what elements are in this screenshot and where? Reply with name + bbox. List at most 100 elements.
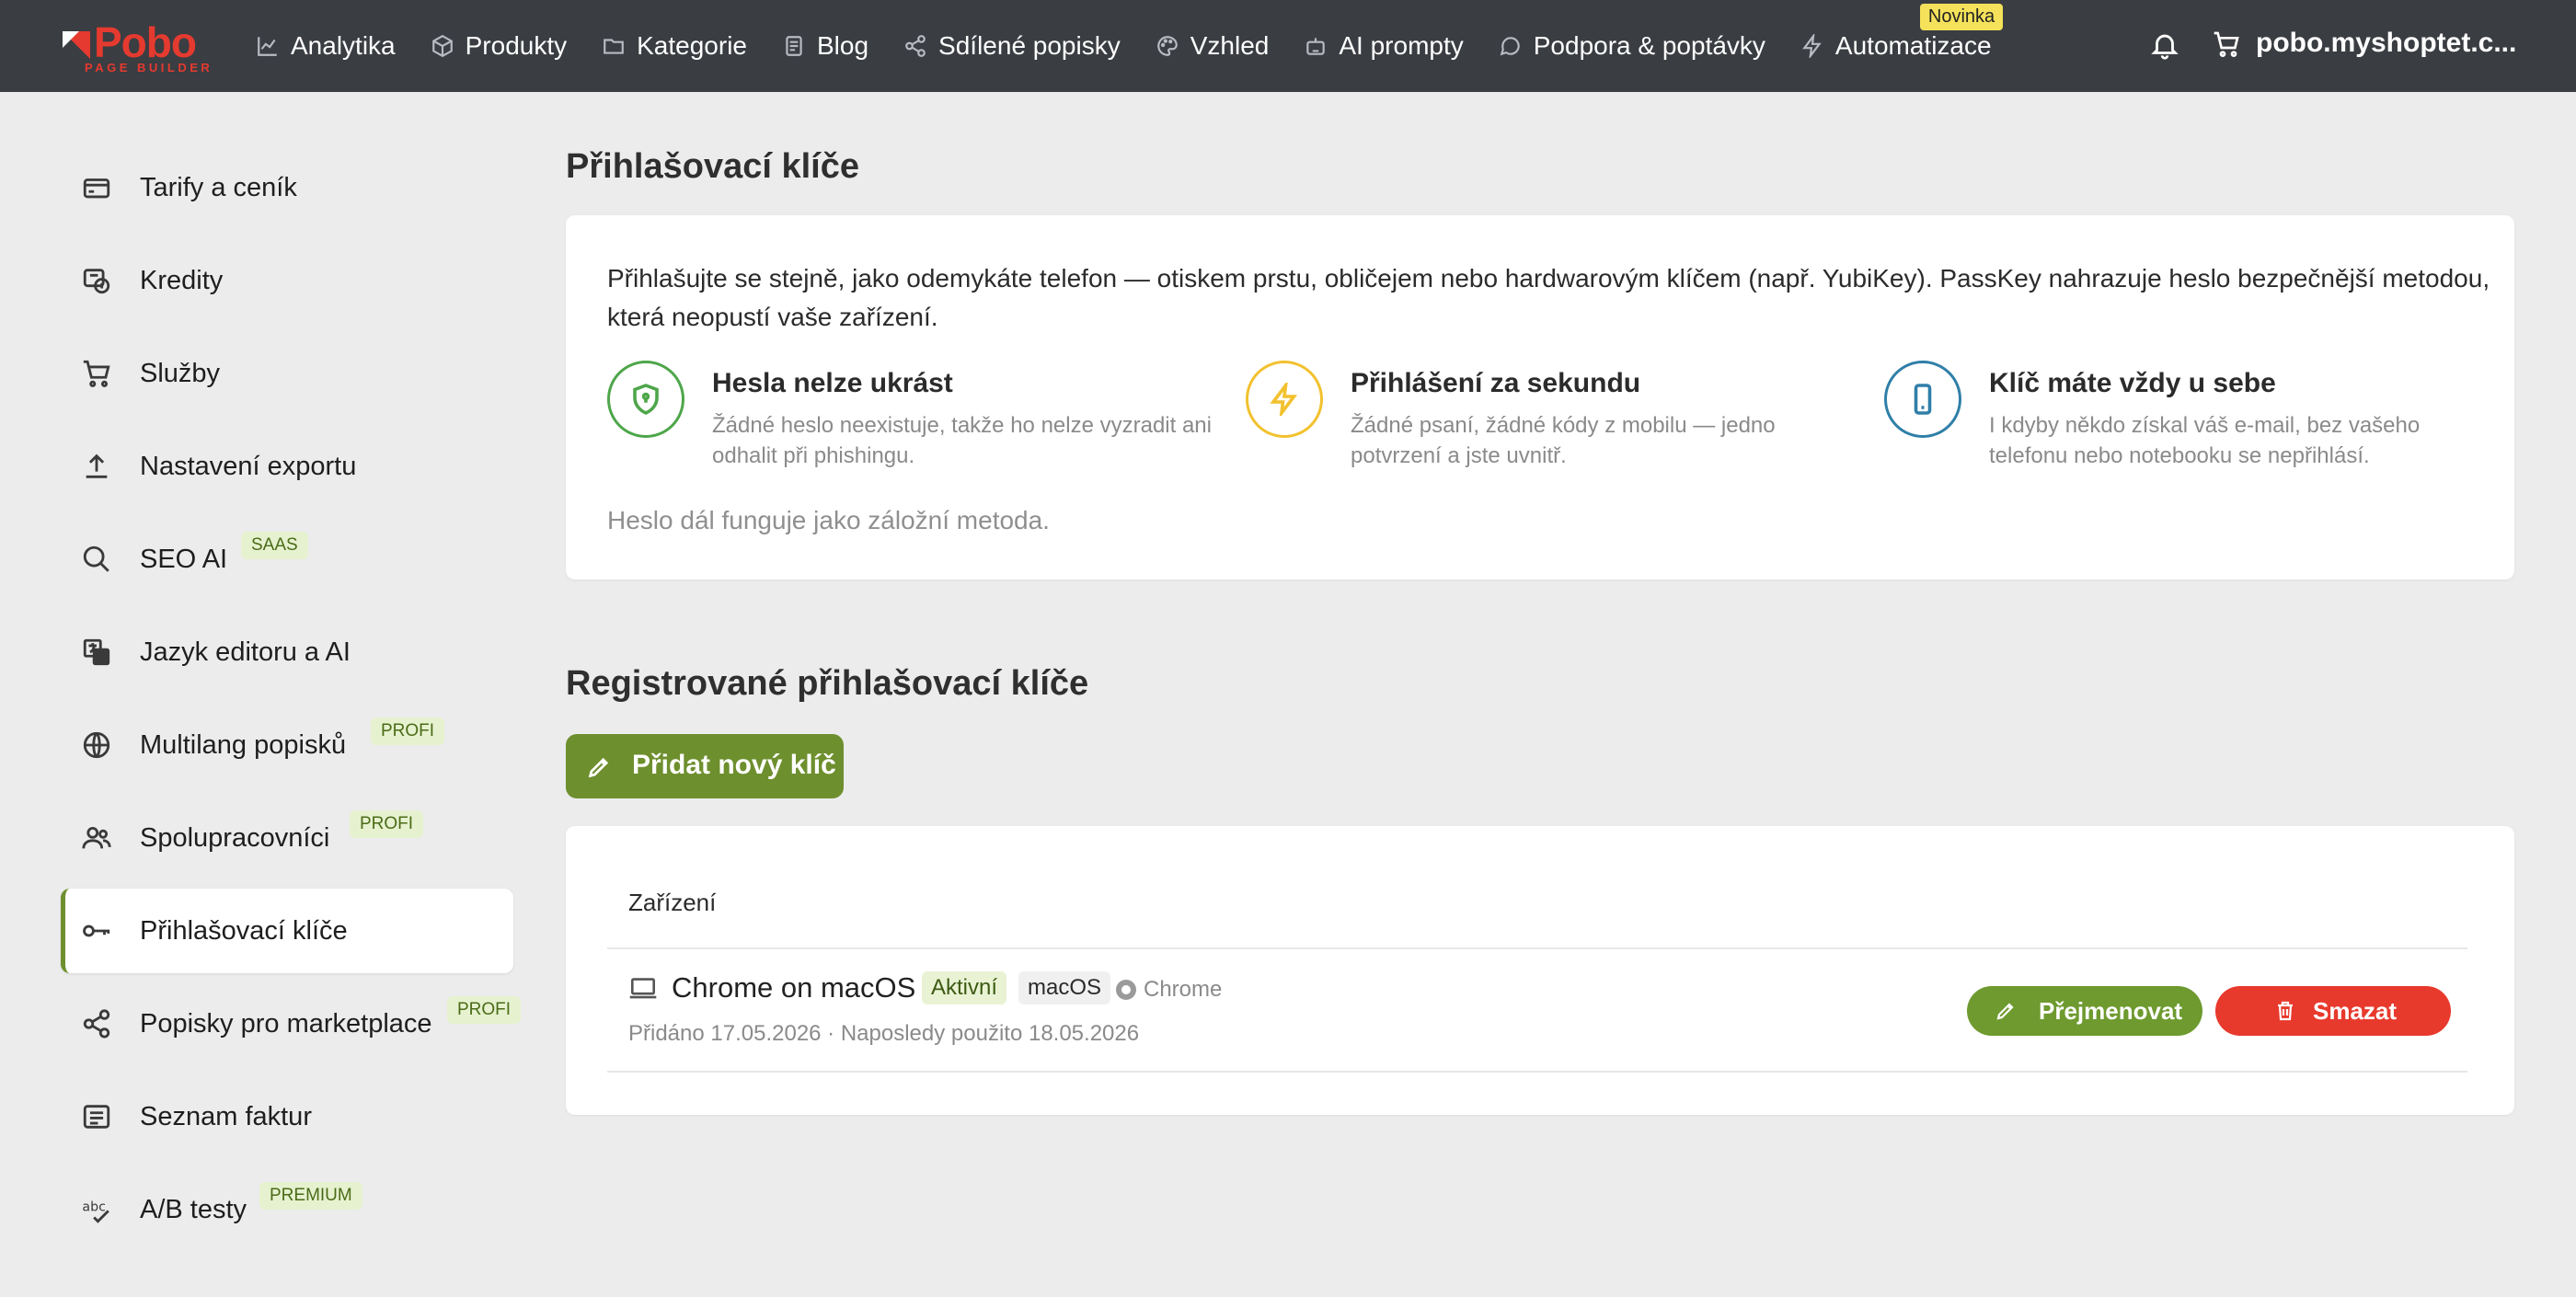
sidebar-item-multilang[interactable]: Multilang popisků PROFI <box>61 703 513 787</box>
upload-icon <box>81 451 112 482</box>
sidebar-item-label: Popisky pro marketplace <box>140 1008 432 1039</box>
nav-ai-prompty[interactable]: AI prompty <box>1304 31 1464 61</box>
feature-title: Přihlášení za sekundu <box>1351 368 1641 398</box>
registered-keys-title: Registrované přihlašovací klíče <box>566 664 1089 703</box>
sidebar-item-kredity[interactable]: Kredity <box>61 238 513 323</box>
shop-selector[interactable]: pobo.myshoptet.c... <box>2256 28 2516 59</box>
search-icon <box>81 544 112 575</box>
pencil-icon <box>1996 1003 2014 1020</box>
add-new-key-label: Přidat nový klíč <box>632 750 836 780</box>
new-badge: Novinka <box>1919 4 2004 30</box>
status-badge: Aktivní <box>922 971 1007 1004</box>
sidebar-item-label: Kredity <box>140 265 224 295</box>
coins-icon <box>81 265 112 296</box>
add-new-key-button[interactable]: Přidat nový klíč <box>566 734 844 798</box>
nav-sdilene-popisky[interactable]: Sdílené popisky <box>903 31 1121 61</box>
main-nav: Analytika Produkty Kategorie Blog Sdílen… <box>256 0 2004 92</box>
nav-label: Podpora & poptávky <box>1533 31 1765 60</box>
nav-automatizace[interactable]: Automatizace Novinka <box>1800 4 2004 61</box>
sidebar-item-tarify[interactable]: Tarify a ceník <box>61 145 513 230</box>
key-icon <box>81 915 112 947</box>
sidebar-item-seo-ai[interactable]: SEO AI SAAS <box>61 517 513 602</box>
sidebar-item-ab-testy[interactable]: abc A/B testy PREMIUM <box>61 1167 513 1252</box>
chrome-icon <box>1116 980 1136 1000</box>
feature-description: I kdyby někdo získal váš e-mail, bez vaš… <box>1989 413 2421 468</box>
laptop-icon <box>628 977 658 1001</box>
box-icon <box>431 34 453 58</box>
delete-key-button[interactable]: Smazat <box>2215 986 2451 1036</box>
sidebar-item-jazyk[interactable]: Jazyk editoru a AI <box>61 610 513 694</box>
share-icon <box>905 35 926 57</box>
feature-no-steal: Hesla nelze ukrást Žádné heslo neexistuj… <box>607 361 1214 471</box>
nav-analytika[interactable]: Analytika <box>256 31 396 61</box>
abc-check-icon: abc <box>81 1194 112 1225</box>
nav-podpora[interactable]: Podpora & poptávky <box>1499 31 1765 61</box>
feature-fast-login: Přihlášení za sekundu Žádné psaní, žádné… <box>1246 361 1853 471</box>
nav-kategorie[interactable]: Kategorie <box>602 31 747 61</box>
sidebar-item-label: Jazyk editoru a AI <box>140 637 351 667</box>
sidebar-item-label: Spolupracovníci <box>140 822 330 853</box>
cart-icon <box>81 358 112 389</box>
nav-vzhled[interactable]: Vzhled <box>1156 31 1270 61</box>
plan-tag: PROFI <box>447 996 522 1024</box>
plan-tag: SAAS <box>241 532 308 559</box>
list-icon <box>81 1101 112 1132</box>
sidebar-item-marketplace[interactable]: Popisky pro marketplace PROFI <box>61 981 522 1066</box>
shield-icon <box>607 361 684 438</box>
sidebar-item-export[interactable]: Nastavení exportu <box>61 424 513 509</box>
chat-bubble-icon <box>1500 37 1520 56</box>
table-divider <box>607 1071 2467 1073</box>
nav-label: Vzhled <box>1190 31 1270 60</box>
nav-label: Kategorie <box>637 31 747 60</box>
top-navigation-bar: Pobo PAGE BUILDER Analytika Produkty Kat… <box>0 0 2576 92</box>
feature-description: Žádné psaní, žádné kódy z mobilu — jedno… <box>1351 413 1776 468</box>
device-name: Chrome on macOS <box>672 971 916 1004</box>
logo-subtitle: PAGE BUILDER <box>85 61 213 75</box>
shop-cart-icon[interactable] <box>2212 29 2241 59</box>
document-icon <box>786 36 802 56</box>
feature-title: Klíč máte vždy u sebe <box>1989 368 2276 398</box>
browser-info: Chrome <box>1116 977 1222 1003</box>
os-badge: macOS <box>1018 971 1111 1004</box>
delete-label: Smazat <box>2313 997 2398 1025</box>
robot-icon <box>1306 38 1326 55</box>
key-dates: Přidáno 17.05.2026 · Naposledy použito 1… <box>628 1021 1140 1046</box>
notifications-bell-icon[interactable] <box>2149 29 2180 61</box>
logo-mark-icon <box>63 31 90 59</box>
sidebar-item-faktury[interactable]: Seznam faktur <box>61 1074 513 1159</box>
bolt-icon <box>1802 34 1822 58</box>
translate-icon <box>81 637 112 668</box>
feature-title: Hesla nelze ukrást <box>712 368 953 398</box>
plan-tag: PROFI <box>371 717 445 745</box>
sidebar-item-sluzby[interactable]: Služby <box>61 331 513 416</box>
pencil-icon <box>588 757 609 778</box>
plan-tag: PREMIUM <box>259 1182 362 1210</box>
sidebar-item-label: Nastavení exportu <box>140 451 357 481</box>
nav-produkty[interactable]: Produkty <box>431 31 567 61</box>
phone-icon <box>1884 361 1961 438</box>
bolt-icon <box>1246 361 1323 438</box>
globe-icon <box>81 729 112 761</box>
table-header-device: Zařízení <box>628 889 717 916</box>
chart-line-icon <box>258 37 277 56</box>
feature-description: Žádné heslo neexistuje, takže ho nelze v… <box>712 413 1212 468</box>
rename-key-button[interactable]: Přejmenovat <box>1967 986 2202 1036</box>
sidebar-item-label: Multilang popisků <box>140 729 347 760</box>
sidebar-item-prihlasovaci-klice[interactable]: Přihlašovací klíče <box>61 889 513 973</box>
fallback-note: Heslo dál funguje jako záložní metoda. <box>607 506 1050 534</box>
sidebar-item-label: A/B testy <box>140 1194 247 1224</box>
trash-icon <box>2278 1001 2293 1021</box>
nav-label: Blog <box>817 31 869 60</box>
pobo-logo[interactable]: Pobo PAGE BUILDER <box>59 20 210 75</box>
share-icon <box>81 1008 112 1039</box>
sidebar-item-label: SEO AI <box>140 544 228 574</box>
sidebar-item-label: Služby <box>140 358 221 388</box>
sidebar-item-label: Přihlašovací klíče <box>140 915 348 946</box>
sidebar-item-spolupracovnici[interactable]: Spolupracovníci PROFI <box>61 796 513 880</box>
nav-blog[interactable]: Blog <box>782 31 868 61</box>
nav-label: AI prompty <box>1339 31 1464 60</box>
feature-key-with-you: Klíč máte vždy u sebe I kdyby někdo získ… <box>1884 361 2491 471</box>
sidebar-item-label: Seznam faktur <box>140 1101 312 1131</box>
folder-icon <box>604 39 624 54</box>
intro-text: Přihlašujte se stejně, jako odemykáte te… <box>607 264 2490 331</box>
